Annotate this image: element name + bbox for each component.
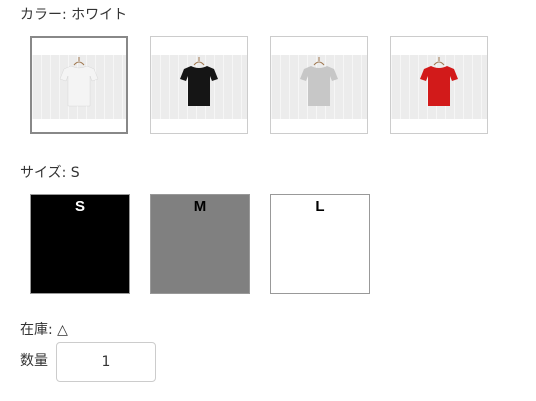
tshirt-shape	[59, 65, 99, 107]
black-tshirt-image	[151, 55, 247, 119]
size-option-label: M	[193, 198, 207, 215]
color-swatch-white[interactable]	[30, 36, 128, 134]
size-option-label: L	[315, 198, 325, 215]
gray-tshirt-image	[271, 55, 367, 119]
size-option-l[interactable]: L	[270, 194, 370, 294]
tshirt-shape	[420, 66, 458, 106]
size-label: サイズ: S	[20, 165, 80, 181]
color-swatch-gray[interactable]	[270, 36, 368, 134]
stock-status: 在庫: △	[20, 322, 68, 338]
color-swatch-red[interactable]	[390, 36, 488, 134]
color-swatch-black[interactable]	[150, 36, 248, 134]
tshirt-shape	[300, 66, 338, 106]
size-option-label: S	[74, 198, 85, 215]
red-tshirt-image	[391, 55, 487, 119]
white-tshirt-image	[32, 55, 126, 119]
tshirt-shape	[180, 66, 218, 106]
size-option-s[interactable]: S	[30, 194, 130, 294]
size-option-m[interactable]: M	[150, 194, 250, 294]
quantity-input[interactable]	[56, 342, 156, 382]
color-label: カラー: ホワイト	[20, 7, 128, 23]
quantity-label: 数量	[20, 353, 48, 369]
